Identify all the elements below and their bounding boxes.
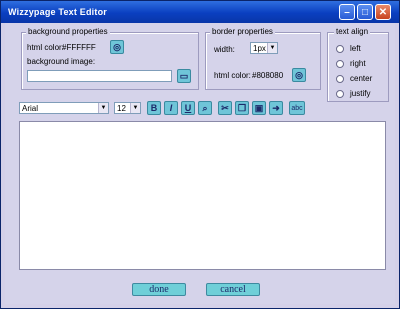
align-center-label: center [350,74,373,83]
find-button[interactable]: ⌕ [198,101,212,115]
border-html-color-label: html color: [214,71,251,80]
editor-window: Wizzypage Text Editor – □ ✕ background p… [0,0,400,309]
text-align-legend: text align [334,27,371,36]
spell-check-icon: abc [291,104,303,112]
italic-button[interactable]: I [164,101,178,115]
background-properties-group: background properties html color: #FFFFF… [21,27,199,90]
scissors-icon: ✂ [221,102,229,113]
browse-image-button[interactable]: ▭ [177,69,191,83]
copy-icon: ❐ [237,102,247,113]
border-width-value: 1px [253,44,266,53]
color-wheel-icon: ◎ [113,41,121,52]
border-color-picker-button[interactable]: ◎ [292,68,306,82]
arrow-right-icon: ➜ [272,102,280,113]
radio-button[interactable] [336,44,344,53]
cut-button[interactable]: ✂ [218,101,232,115]
border-width-select[interactable]: 1px ▼ [250,42,278,54]
background-image-input[interactable] [27,70,172,82]
font-family-select[interactable]: Arial ▼ [19,102,109,114]
chevron-down-icon: ▼ [130,103,140,113]
color-wheel-icon: ◎ [295,69,303,80]
background-html-color-label: html color: [27,43,64,52]
chevron-down-icon: ▼ [267,43,277,53]
close-button[interactable]: ✕ [375,4,391,20]
title-bar[interactable]: Wizzypage Text Editor – □ ✕ [1,1,399,23]
chevron-down-icon: ▼ [98,103,108,113]
background-image-label: background image: [27,57,96,66]
border-properties-group: border properties width: 1px ▼ html colo… [205,27,321,90]
paste-button[interactable]: ▣ [252,101,266,115]
radio-button[interactable] [336,74,344,83]
font-family-value: Arial [22,104,39,113]
background-html-color-value: #FFFFFF [62,43,96,52]
cancel-button[interactable]: cancel [206,283,260,296]
align-left-label: left [350,44,361,53]
paste-icon: ▣ [254,102,264,113]
dialog-body: background properties html color: #FFFFF… [5,23,395,304]
folder-icon: ▭ [179,70,189,81]
font-size-select[interactable]: 12 ▼ [114,102,141,114]
border-html-color-value: #808080 [252,71,284,80]
align-justify-label: justify [350,89,371,98]
magnifier-icon: ⌕ [202,102,208,113]
copy-button[interactable]: ❐ [235,101,249,115]
align-justify-option[interactable]: justify [336,89,370,98]
underline-icon: U [184,103,192,113]
radio-button[interactable] [336,89,344,98]
align-left-option[interactable]: left [336,44,361,53]
align-right-option[interactable]: right [336,59,366,68]
bold-button[interactable]: B [147,101,161,115]
border-properties-legend: border properties [210,27,275,36]
underline-button[interactable]: U [181,101,195,115]
insert-link-button[interactable]: ➜ [269,101,283,115]
italic-icon: I [169,103,173,113]
background-properties-legend: background properties [26,27,110,36]
bold-icon: B [150,103,158,113]
done-button[interactable]: done [132,283,186,296]
text-align-group: text align left right center justify [327,27,389,102]
text-editing-area[interactable] [19,121,386,270]
radio-button[interactable] [336,59,344,68]
maximize-button[interactable]: □ [357,4,373,20]
font-size-value: 12 [117,104,126,113]
spell-check-button[interactable]: abc [289,101,305,115]
align-right-label: right [350,59,366,68]
border-width-label: width: [214,45,235,54]
minimize-button[interactable]: – [339,4,355,20]
align-center-option[interactable]: center [336,74,372,83]
background-color-picker-button[interactable]: ◎ [110,40,124,54]
window-title: Wizzypage Text Editor [8,7,107,17]
